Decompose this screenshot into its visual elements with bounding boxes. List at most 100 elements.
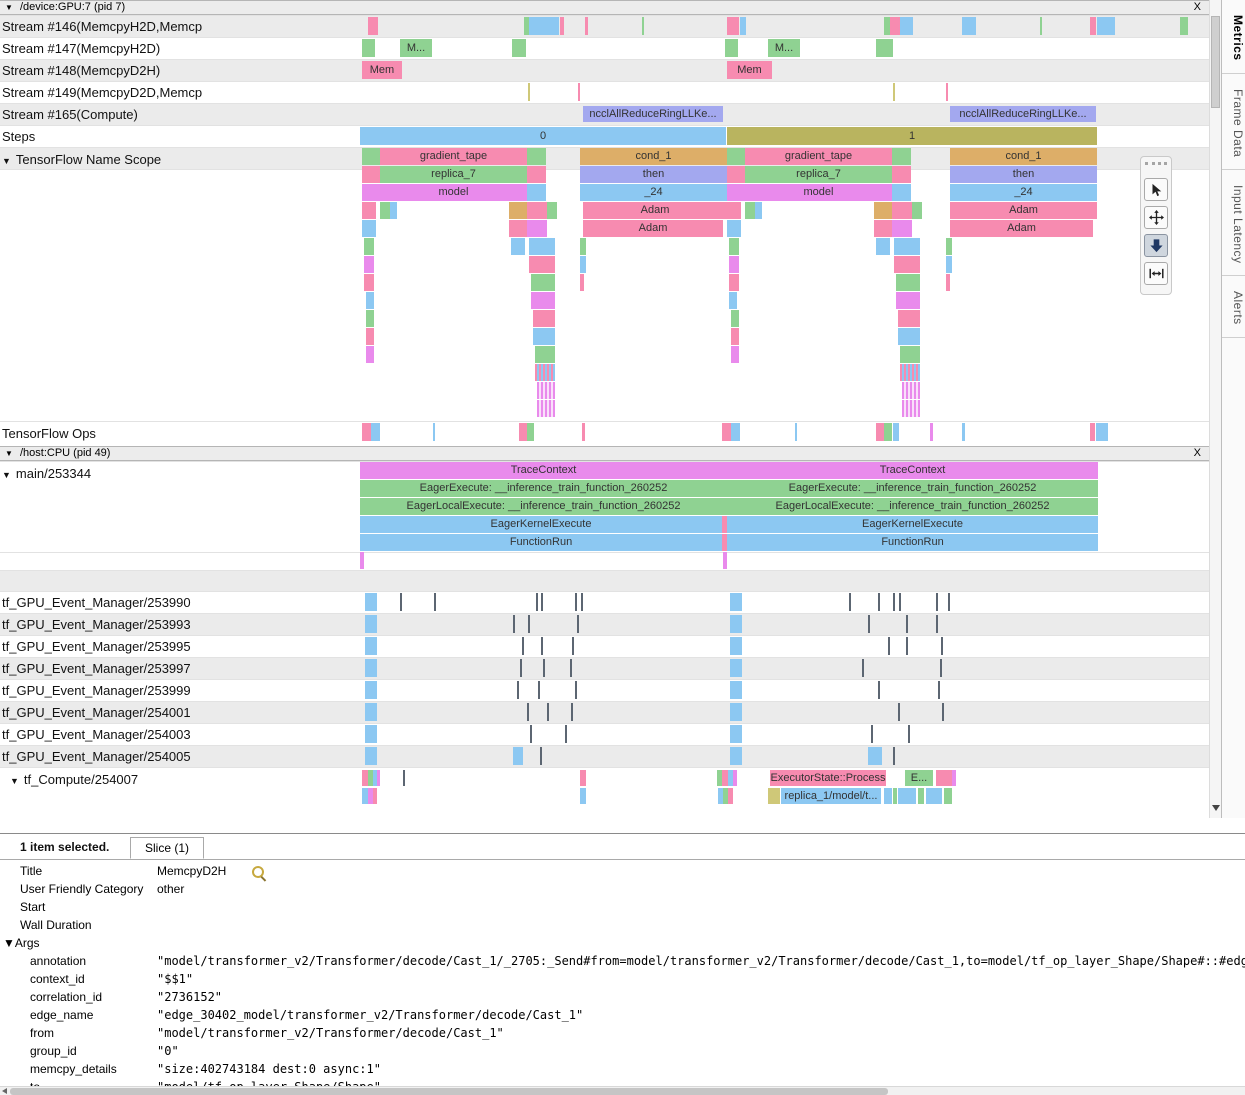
trace-event[interactable] [1180, 17, 1188, 35]
trace-event[interactable] [730, 703, 742, 721]
trace-event[interactable]: replica_7 [380, 166, 527, 183]
trace-event[interactable] [531, 292, 555, 309]
trace-event[interactable] [878, 593, 880, 611]
zoom-tool-button[interactable] [1144, 234, 1168, 257]
trace-event[interactable] [1090, 17, 1096, 35]
trace-event[interactable] [362, 423, 371, 441]
trace-event[interactable] [892, 148, 911, 165]
trace-event[interactable] [892, 220, 912, 237]
trace-event[interactable] [362, 166, 380, 183]
host-section-header[interactable]: ▼ /host:CPU (pid 49) X [0, 446, 1209, 461]
horizontal-scrollbar-thumb[interactable] [10, 1088, 888, 1095]
trace-event[interactable] [893, 423, 899, 441]
args-section-toggle[interactable]: ▼Args [0, 934, 1245, 952]
trace-event[interactable]: cond_1 [950, 148, 1097, 165]
trace-event[interactable] [570, 659, 572, 677]
trace-event[interactable] [585, 17, 588, 35]
trace-event[interactable] [364, 274, 374, 291]
trace-event[interactable] [366, 292, 374, 309]
trace-event[interactable] [368, 17, 378, 35]
trace-event[interactable] [745, 202, 755, 219]
trace-event[interactable] [540, 747, 542, 765]
tab-slice[interactable]: Slice (1) [130, 837, 204, 859]
trace-event[interactable] [862, 659, 864, 677]
trace-event[interactable] [575, 593, 577, 611]
trace-event[interactable] [642, 17, 644, 35]
trace-event[interactable] [900, 364, 920, 381]
trace-event[interactable] [898, 788, 916, 804]
side-tab-frame-data[interactable]: Frame Data [1222, 74, 1245, 170]
trace-event[interactable]: _24 [580, 184, 727, 201]
trace-event[interactable] [1096, 423, 1108, 441]
trace-event[interactable] [1097, 17, 1115, 35]
trace-event[interactable] [729, 238, 739, 255]
trace-event[interactable] [527, 184, 546, 201]
trace-event[interactable]: ncclAllReduceRingLLKe... [583, 106, 723, 122]
trace-event[interactable] [912, 202, 922, 219]
trace-event[interactable] [377, 770, 380, 786]
trace-event[interactable]: TraceContext [360, 462, 727, 479]
trace-event[interactable] [768, 788, 780, 804]
trace-event[interactable]: ncclAllReduceRingLLKe... [950, 106, 1096, 122]
trace-event[interactable] [513, 747, 523, 765]
trace-event[interactable] [849, 593, 851, 611]
trace-event[interactable] [434, 593, 436, 611]
trace-event[interactable] [533, 310, 555, 327]
trace-event[interactable] [727, 166, 745, 183]
trace-event[interactable] [729, 292, 737, 309]
track-label[interactable]: ▼tf_Compute/254007 [10, 770, 138, 791]
trace-event[interactable] [536, 593, 538, 611]
trace-event[interactable] [740, 17, 746, 35]
trace-event[interactable] [908, 725, 910, 743]
trace-event[interactable]: Mem [362, 61, 402, 79]
trace-event[interactable] [537, 382, 555, 399]
trace-event[interactable] [727, 148, 745, 165]
trace-event[interactable] [433, 423, 435, 441]
trace-event[interactable]: FunctionRun [360, 534, 722, 551]
trace-event[interactable] [531, 274, 555, 291]
trace-event[interactable] [547, 202, 557, 219]
trace-event[interactable]: _24 [950, 184, 1097, 201]
trace-event[interactable] [930, 423, 933, 441]
trace-event[interactable] [876, 423, 884, 441]
trace-event[interactable] [364, 256, 374, 273]
trace-event[interactable] [731, 310, 739, 327]
trace-event[interactable] [520, 659, 522, 677]
trace-event[interactable] [936, 593, 938, 611]
trace-event[interactable] [946, 256, 952, 273]
trace-event[interactable]: EagerKernelExecute [360, 516, 722, 533]
trace-event[interactable] [727, 17, 739, 35]
collapse-icon[interactable]: ▼ [5, 449, 13, 458]
trace-event[interactable] [362, 220, 376, 237]
trace-event[interactable] [519, 423, 527, 441]
trace-event[interactable] [892, 184, 911, 201]
trace-event[interactable] [898, 703, 900, 721]
trace-event[interactable]: replica_1/model/t... [781, 788, 881, 804]
trace-event[interactable] [906, 637, 908, 655]
trace-event[interactable] [560, 17, 564, 35]
trace-event[interactable] [730, 725, 742, 743]
trace-event[interactable] [581, 593, 583, 611]
trace-event[interactable] [731, 423, 740, 441]
vertical-scrollbar-thumb[interactable] [1211, 16, 1220, 108]
trace-event[interactable]: Mem [727, 61, 772, 79]
trace-event[interactable]: 0 [360, 127, 726, 145]
trace-event[interactable] [543, 659, 545, 677]
trace-event[interactable]: ExecutorState::Process [770, 770, 886, 786]
trace-event[interactable] [962, 423, 965, 441]
trace-event[interactable] [893, 83, 895, 101]
trace-event[interactable] [366, 328, 374, 345]
trace-event[interactable] [577, 615, 579, 633]
trace-event[interactable] [896, 292, 920, 309]
trace-event[interactable] [547, 703, 549, 721]
trace-event[interactable]: Adam [950, 220, 1093, 237]
trace-event[interactable]: model [380, 184, 527, 201]
trace-event[interactable]: gradient_tape [380, 148, 527, 165]
trace-event[interactable] [730, 593, 742, 611]
trace-event[interactable]: model [745, 184, 892, 201]
trace-event[interactable]: Adam [583, 202, 727, 219]
trace-event[interactable] [729, 274, 739, 291]
trace-event[interactable] [527, 703, 529, 721]
trace-event[interactable]: EagerExecute: __inference_train_function… [727, 480, 1098, 497]
trace-event[interactable]: replica_7 [745, 166, 892, 183]
